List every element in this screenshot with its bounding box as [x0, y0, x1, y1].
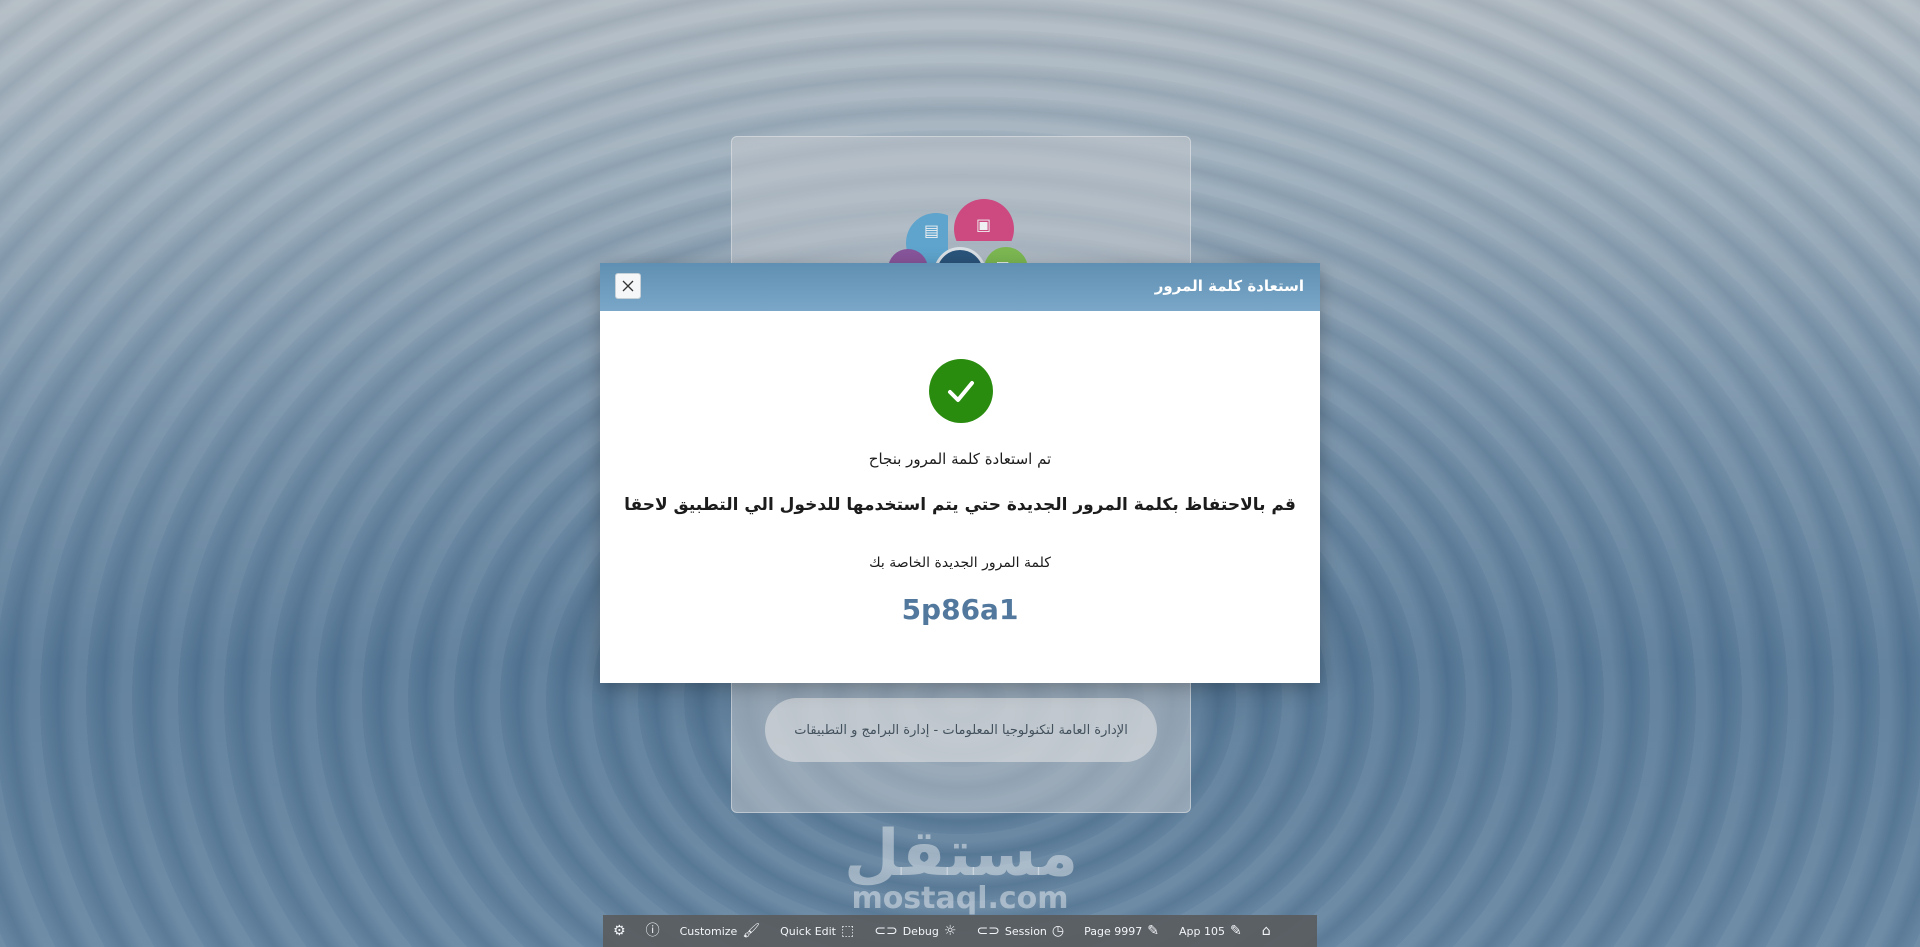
devbar-page[interactable]: Page 9997 ✎ [1074, 915, 1169, 947]
devbar-page-label: Page 9997 [1084, 924, 1143, 938]
close-button[interactable] [615, 273, 641, 299]
watermark-latin: mostaql.com [851, 881, 1069, 916]
devbar-debug-label: Debug [902, 924, 939, 938]
toggle-icon-2: ⊂⊃ [976, 923, 1000, 939]
devbar-info[interactable]: ⓘ [636, 915, 670, 947]
clock-icon: ◷ [1051, 923, 1065, 939]
devbar-customize-label: Customize [679, 924, 738, 938]
new-password-label: كلمة المرور الجديدة الخاصة بك [869, 555, 1051, 571]
keep-password-message: قم بالاحتفاظ بكلمة المرور الجديدة حتي يت… [624, 495, 1296, 515]
success-badge [929, 359, 993, 423]
devbar-home[interactable]: ⌂ [1252, 915, 1281, 947]
home-icon: ⌂ [1261, 923, 1271, 939]
devbar-customize[interactable]: Customize 🖌 [670, 915, 771, 947]
edit-icon: ✎ [1229, 923, 1242, 939]
bug-icon: ☼ [943, 923, 957, 939]
devbar-debug[interactable]: ⊂⊃ Debug ☼ [864, 915, 966, 947]
devbar-app-label: App 105 [1178, 924, 1225, 938]
dialog-header: استعادة كلمة المرور [600, 263, 1320, 311]
watermark: مستقل mostaql.com [844, 817, 1079, 916]
devbar-settings[interactable]: ⚙ [603, 915, 636, 947]
password-recovery-dialog: استعادة كلمة المرور تم استعادة كلمة المر… [600, 263, 1320, 683]
devbar-session[interactable]: ⊂⊃ Session ◷ [966, 915, 1074, 947]
devbar-session-label: Session [1004, 924, 1047, 938]
page-edit-icon: ✎ [1147, 923, 1159, 939]
info-icon: ⓘ [645, 923, 660, 939]
toggle-icon: ⊂⊃ [874, 923, 898, 939]
gear-icon: ⚙ [613, 923, 626, 939]
success-message: تم استعادة كلمة المرور بنجاح [868, 450, 1052, 468]
developer-toolbar: ⚙ ⓘ Customize 🖌 Quick Edit ⬚ ⊂⊃ Debug ☼ … [603, 915, 1317, 947]
devbar-app[interactable]: App 105 ✎ [1169, 915, 1252, 947]
devbar-quick-edit-label: Quick Edit [780, 924, 836, 938]
new-password-value: 5p86a1 [901, 593, 1019, 626]
dialog-title: استعادة كلمة المرور [1154, 277, 1304, 295]
devbar-quick-edit[interactable]: Quick Edit ⬚ [770, 915, 864, 947]
watermark-arabic: مستقل [844, 817, 1079, 891]
check-icon [948, 381, 974, 402]
cursor-edit-icon: ⬚ [841, 923, 855, 939]
close-icon [622, 280, 634, 292]
brush-icon: 🖌 [742, 923, 761, 939]
